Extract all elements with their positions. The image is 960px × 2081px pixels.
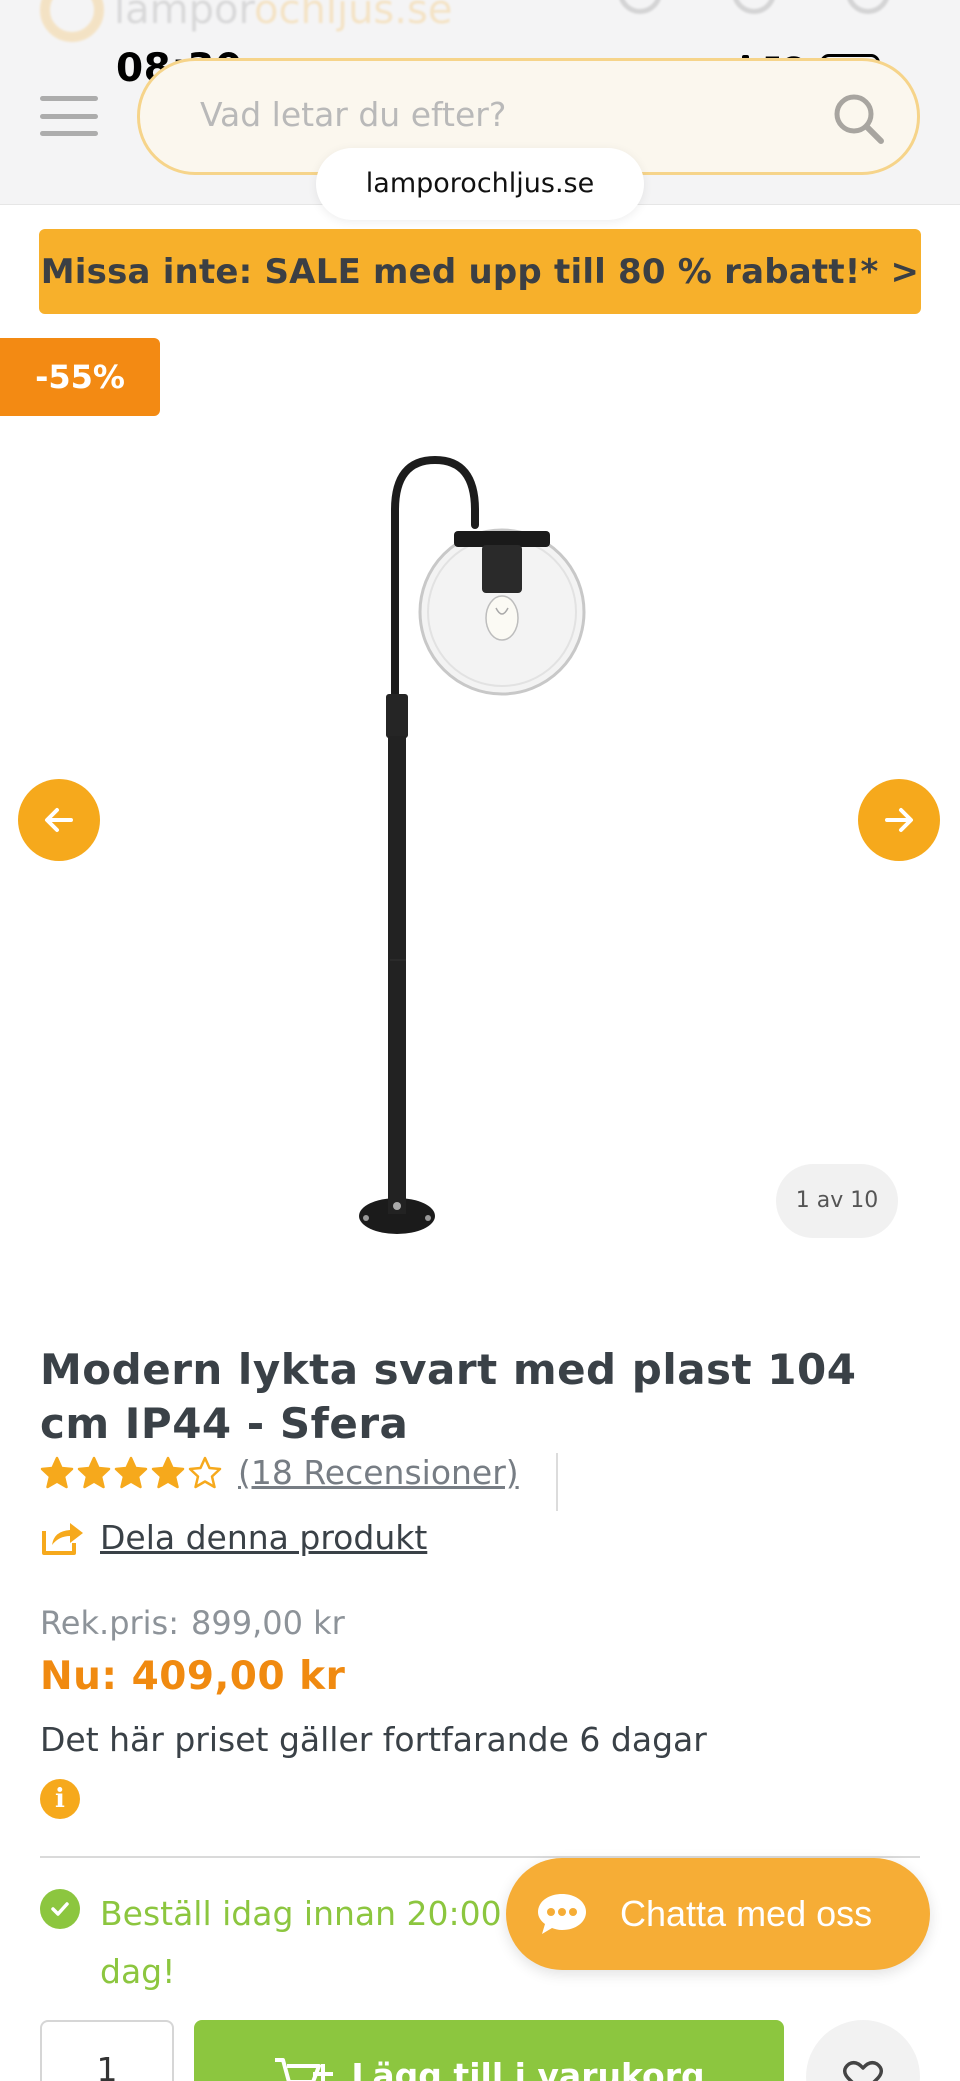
header-icons (618, 0, 890, 14)
gallery-next-button[interactable] (858, 779, 940, 861)
sale-banner[interactable]: Missa inte: SALE med upp till 80 % rabat… (39, 229, 921, 314)
current-price: Nu: 409,00 kr (40, 1654, 346, 1699)
star-filled-icon (77, 1456, 111, 1488)
star-empty-icon (188, 1456, 222, 1488)
quantity-field[interactable] (40, 2020, 174, 2081)
recommended-price: Rek.pris: 899,00 kr (40, 1604, 345, 1642)
heart-icon (843, 2060, 883, 2081)
chat-bubble-icon (538, 1894, 586, 1934)
check-icon (40, 1889, 80, 1929)
gallery-counter: 1 av 10 (776, 1164, 898, 1238)
discount-badge: -55% (0, 338, 160, 416)
cart-plus-icon (275, 2058, 334, 2081)
info-icon[interactable]: i (40, 1779, 80, 1819)
delivery-text: Beställ idag innan 20:00 dag! (100, 1894, 502, 1991)
delivery-info: Beställ idag innan 20:00 dag! (40, 1885, 550, 2001)
site-header: lamporochljus.se 08:30 5G lamporochljus.… (0, 0, 960, 220)
share-row[interactable]: Dela denna produkt (40, 1517, 427, 1557)
rating-row: (18 Recensioner) (40, 1453, 519, 1492)
share-link[interactable]: Dela denna produkt (100, 1518, 427, 1557)
product-image[interactable] (330, 440, 630, 1240)
logo-sun-icon (40, 0, 104, 42)
chat-button[interactable]: Chatta med oss (506, 1858, 930, 1970)
star-filled-icon (114, 1456, 148, 1488)
rating-stars (40, 1456, 222, 1490)
search-input[interactable] (200, 95, 760, 134)
browser-url-pill[interactable]: lamporochljus.se (316, 148, 644, 220)
menu-icon[interactable] (40, 96, 98, 136)
add-to-cart-label: Lägg till i varukorg (351, 2056, 705, 2081)
gallery-prev-button[interactable] (18, 779, 100, 861)
add-to-cart-button[interactable]: Lägg till i varukorg (194, 2020, 784, 2081)
share-icon (42, 1523, 83, 1555)
chat-label: Chatta med oss (620, 1893, 873, 1934)
product-title: Modern lykta svart med plast 104 cm IP44… (40, 1345, 857, 1448)
quantity-input[interactable] (42, 2050, 172, 2081)
cart-icon[interactable] (846, 0, 890, 14)
arrow-left-icon (45, 808, 73, 832)
star-filled-icon (151, 1456, 185, 1488)
search-icon[interactable] (831, 91, 885, 145)
account-icon[interactable] (618, 0, 662, 14)
rating-divider (556, 1453, 558, 1511)
site-logo[interactable]: lamporochljus.se (40, 0, 452, 42)
star-filled-icon (40, 1456, 74, 1488)
arrow-right-icon (885, 808, 913, 832)
wishlist-button[interactable] (806, 2020, 920, 2081)
wishlist-icon[interactable] (732, 0, 776, 14)
reviews-link[interactable]: (18 Recensioner) (238, 1453, 519, 1492)
price-validity: Det här priset gäller fortfarande 6 daga… (40, 1720, 707, 1759)
